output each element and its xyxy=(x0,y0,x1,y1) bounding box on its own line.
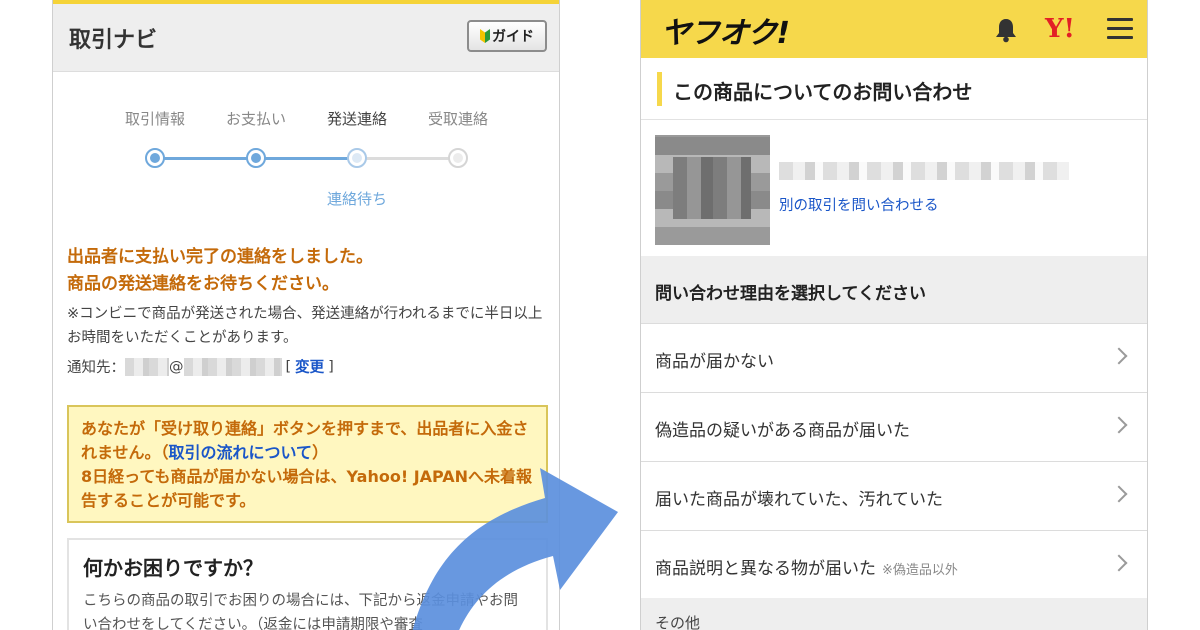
bell-icon[interactable] xyxy=(993,17,1019,43)
guide-button[interactable]: ガイド xyxy=(467,20,547,52)
step-label-payment: お支払い xyxy=(225,110,287,128)
yahoo-japan-icon[interactable]: Y! xyxy=(1045,14,1075,44)
help-title: 何かお困りですか？ xyxy=(83,556,263,580)
section-accent-bar xyxy=(657,72,662,106)
chevron-right-icon xyxy=(1110,554,1128,572)
convenience-store-note: ※コンビニで商品が発送された場合、発送連絡が行われるまでに半日以上お時間をいただ… xyxy=(67,306,543,346)
inquiry-screen: ヤフオク! Y! この商品についてのお問い合わせ 別の取引を問い合わせる 問い合… xyxy=(640,0,1148,630)
change-bracket-open: [ xyxy=(285,358,292,375)
guide-button-label: ガイド xyxy=(492,29,534,45)
payment-notice-box: あなたが「受け取り連絡」ボタンを押すまで、出品者に入金されません。（取引の流れに… xyxy=(67,405,548,523)
reason-header: 問い合わせ理由を選択してください xyxy=(641,256,1147,324)
section-header: この商品についてのお問い合わせ xyxy=(641,58,1147,120)
step-label-receipt: 受取連絡 xyxy=(427,110,489,128)
reason-label-main: 商品説明と異なる物が届いた xyxy=(655,559,876,579)
notify-label: 通知先： xyxy=(67,360,125,376)
reason-item-not-arrived[interactable]: 商品が届かない xyxy=(641,325,1147,393)
beginner-mark-icon xyxy=(480,29,490,43)
step-dot-shipping xyxy=(347,148,367,168)
app-header: ヤフオク! Y! xyxy=(641,0,1147,58)
email-domain-blurred xyxy=(183,357,282,376)
hamburger-menu-icon[interactable] xyxy=(1107,18,1133,40)
other-section-header: その他 xyxy=(641,598,1147,630)
waiting-status-label: 連絡待ち xyxy=(326,190,388,208)
change-bracket-close: ] xyxy=(328,358,334,375)
page-title: 取引ナビ xyxy=(69,28,158,53)
reason-item-damaged[interactable]: 届いた商品が壊れていた、汚れていた xyxy=(641,463,1147,531)
chevron-right-icon xyxy=(1110,416,1128,434)
reason-label: 届いた商品が壊れていた、汚れていた xyxy=(655,490,943,510)
product-thumbnail xyxy=(655,135,770,245)
chevron-right-icon xyxy=(1110,347,1128,365)
product-name-blurred xyxy=(779,162,1069,180)
email-local-blurred xyxy=(125,357,169,376)
step-label-info: 取引情報 xyxy=(124,110,186,128)
section-title: この商品についてのお問い合わせ xyxy=(673,80,973,104)
reason-item-counterfeit[interactable]: 偽造品の疑いがある商品が届いた xyxy=(641,394,1147,462)
product-summary: 別の取引を問い合わせる xyxy=(641,122,1147,256)
reason-label: 商品説明と異なる物が届いた ※偽造品以外 xyxy=(655,554,958,579)
trade-flow-link[interactable]: 取引の流れについて xyxy=(169,443,313,462)
help-box: 何かお困りですか？ こちらの商品の取引でお困りの場合には、下記から返金申請やお問… xyxy=(67,538,548,630)
trade-navi-header: 取引ナビ ガイド xyxy=(53,4,559,72)
progress-steps: 取引情報 お支払い 発送連絡 受取連絡 連絡待ち xyxy=(53,108,559,218)
other-transaction-link[interactable]: 別の取引を問い合わせる xyxy=(779,194,939,215)
status-message: 出品者に支払い完了の連絡をしました。 商品の発送連絡をお待ちください。 xyxy=(67,244,373,298)
reason-sub-note: ※偽造品以外 xyxy=(882,563,958,578)
step-dot-info xyxy=(145,148,165,168)
step-dot-payment xyxy=(246,148,266,168)
email-at-sign: @ xyxy=(169,358,184,375)
notification-address-row: 通知先： @ [ 変更 ] xyxy=(67,356,334,377)
step-label-shipping: 発送連絡 xyxy=(326,110,388,128)
status-line-2: 商品の発送連絡をお待ちください。 xyxy=(67,274,339,294)
yahuoku-logo[interactable]: ヤフオク! xyxy=(661,8,790,52)
step-track-pending xyxy=(357,157,458,160)
other-section-label: その他 xyxy=(655,614,701,630)
notice-text-3: 8日経っても商品が届かない場合は、Yahoo! JAPANへ未着報告することが可… xyxy=(81,467,533,510)
chevron-right-icon xyxy=(1110,485,1128,503)
change-email-link[interactable]: 変更 xyxy=(295,356,324,377)
reason-item-not-as-described[interactable]: 商品説明と異なる物が届いた ※偽造品以外 xyxy=(641,532,1147,600)
reason-label: 商品が届かない xyxy=(655,352,774,372)
status-line-1: 出品者に支払い完了の連絡をしました。 xyxy=(67,247,373,267)
trade-navi-screen: 取引ナビ ガイド 取引情報 お支払い 発送連絡 受取連絡 連絡待ち 出品者に支払… xyxy=(52,0,560,630)
help-text: こちらの商品の取引でお困りの場合には、下記から返金申請やお問い合わせをしてくださ… xyxy=(83,593,518,630)
step-dot-receipt xyxy=(448,148,468,168)
reason-label: 偽造品の疑いがある商品が届いた xyxy=(655,421,910,441)
notice-text-2: ） xyxy=(312,443,329,462)
reason-header-text: 問い合わせ理由を選択してください xyxy=(655,284,926,304)
